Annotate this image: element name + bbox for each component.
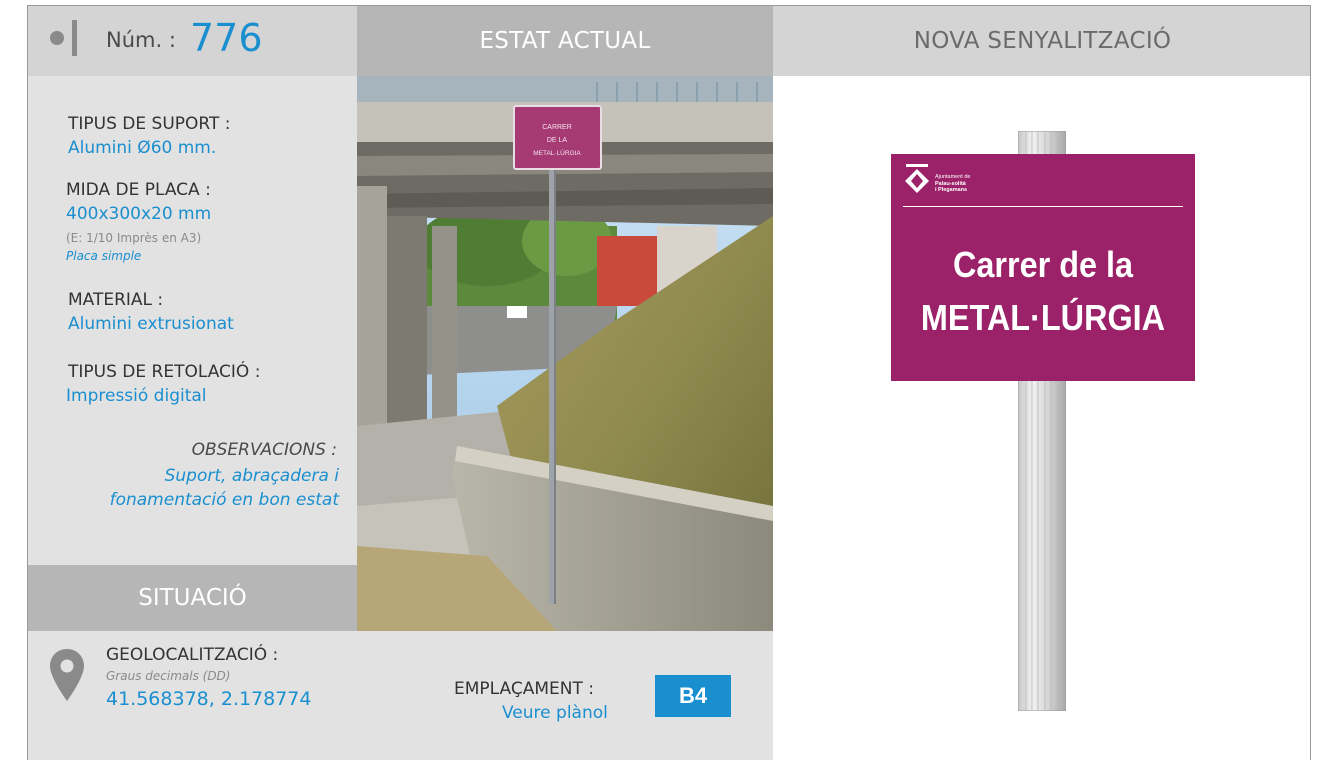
- sign-record-sheet: Núm. : 776 ESTAT ACTUAL NOVA SENYALITZAC…: [27, 5, 1311, 760]
- lettering-type-label: TIPUS DE RETOLACIÓ :: [68, 362, 261, 382]
- new-signage-title: NOVA SENYALITZACIÓ: [773, 6, 1310, 76]
- new-sign-plate: Ajuntament de Palau-solità i Plegamans C…: [891, 154, 1195, 381]
- location-section-title: SITUACIÓ: [28, 565, 357, 631]
- material-label: MATERIAL :: [68, 290, 164, 310]
- new-sign-street-line-1: Carrer de la: [952, 244, 1134, 285]
- map-code-badge: B4: [655, 675, 731, 717]
- record-number-header: Núm. : 776: [28, 6, 357, 76]
- photo-sign-line-2: DE LA: [547, 137, 568, 144]
- current-state-title: ESTAT ACTUAL: [357, 6, 773, 76]
- plate-divider: [903, 206, 1183, 207]
- town-crest-icon: [905, 164, 929, 193]
- placement-value: Veure plànol: [502, 703, 608, 723]
- placement-label: EMPLAÇAMENT :: [454, 679, 594, 699]
- org-line-3: i Plegamans: [935, 187, 968, 193]
- sign-details-panel: TIPUS DE SUPORT : Alumini Ø60 mm. MIDA D…: [28, 76, 357, 565]
- record-number-value: 776: [190, 16, 263, 60]
- photo-illustration: CARRER DE LA METAL·LÚRGIA: [357, 76, 773, 631]
- new-sign-street-line-2: METAL·LÚRGIA: [920, 297, 1166, 338]
- photo-sign-line-1: CARRER: [542, 124, 572, 131]
- plate-size-value: 400x300x20 mm: [66, 204, 212, 224]
- plate-type-note: Placa simple: [66, 249, 142, 263]
- support-type-label: TIPUS DE SUPORT :: [68, 114, 231, 134]
- record-number-label: Núm. :: [106, 28, 176, 52]
- observations-line-2: fonamentació en bon estat: [109, 490, 339, 510]
- new-sign-illustration: Ajuntament de Palau-solità i Plegamans C…: [773, 76, 1310, 760]
- photo-sign-line-3: METAL·LÚRGIA: [533, 148, 581, 157]
- plate-scale-note: (E: 1/10 Imprès en A3): [66, 231, 202, 245]
- org-line-1: Ajuntament de: [935, 174, 971, 180]
- geolocation-format: Graus decimals (DD): [106, 669, 231, 683]
- support-type-value: Alumini Ø60 mm.: [68, 138, 217, 158]
- observations-line-1: Suport, abraçadera i: [164, 466, 339, 486]
- geolocation-label: GEOLOCALITZACIÓ :: [106, 645, 279, 665]
- bullet-icon: [50, 31, 64, 45]
- geolocation-panel: GEOLOCALITZACIÓ : Graus decimals (DD) 41…: [28, 631, 773, 760]
- location-pin-icon: [50, 649, 84, 701]
- current-state-photo: CARRER DE LA METAL·LÚRGIA: [357, 76, 773, 631]
- divider: [72, 20, 77, 56]
- lettering-type-value: Impressió digital: [66, 386, 207, 406]
- material-value: Alumini extrusionat: [68, 314, 234, 334]
- geolocation-coordinates: 41.568378, 2.178774: [106, 688, 312, 710]
- observations-label: OBSERVACIONS :: [191, 440, 337, 460]
- plate-size-label: MIDA DE PLACA :: [66, 180, 211, 200]
